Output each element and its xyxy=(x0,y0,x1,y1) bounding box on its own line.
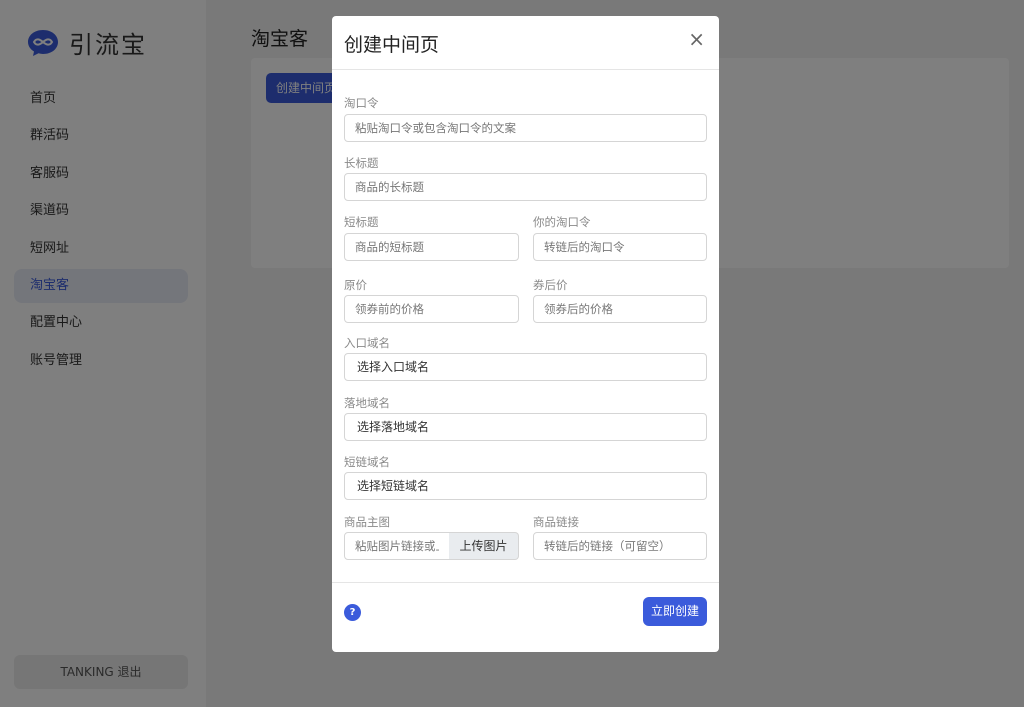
short-domain-select[interactable]: 选择短链域名 xyxy=(344,472,707,500)
short-title-input[interactable] xyxy=(344,233,519,261)
coupon-price-label: 券后价 xyxy=(533,278,568,292)
long-title-input[interactable] xyxy=(344,173,707,201)
upload-image-button[interactable]: 上传图片 xyxy=(449,532,519,560)
long-title-label: 长标题 xyxy=(344,156,379,170)
create-now-button[interactable]: 立即创建 xyxy=(643,597,707,626)
help-icon[interactable]: ? xyxy=(344,604,361,621)
landing-domain-label: 落地域名 xyxy=(344,396,390,410)
original-price-label: 原价 xyxy=(344,278,367,292)
create-page-modal: 创建中间页 × 淘口令 长标题 短标题 你的淘口令 原价 券后价 入口域名 选择… xyxy=(332,16,719,652)
main-image-label: 商品主图 xyxy=(344,515,390,529)
taokouling-label: 淘口令 xyxy=(344,96,379,110)
your-taokouling-label: 你的淘口令 xyxy=(533,215,591,229)
product-link-input[interactable] xyxy=(533,532,707,560)
your-taokouling-input[interactable] xyxy=(533,233,707,261)
taokouling-input[interactable] xyxy=(344,114,707,142)
product-link-label: 商品链接 xyxy=(533,515,579,529)
modal-footer-divider xyxy=(332,582,719,583)
original-price-input[interactable] xyxy=(344,295,519,323)
modal-title: 创建中间页 xyxy=(344,34,440,56)
main-image-input[interactable] xyxy=(344,532,450,560)
landing-domain-select[interactable]: 选择落地域名 xyxy=(344,413,707,441)
entry-domain-label: 入口域名 xyxy=(344,336,390,350)
coupon-price-input[interactable] xyxy=(533,295,707,323)
modal-header: 创建中间页 × xyxy=(332,16,719,70)
short-domain-label: 短链域名 xyxy=(344,455,390,469)
entry-domain-select[interactable]: 选择入口域名 xyxy=(344,353,707,381)
short-title-label: 短标题 xyxy=(344,215,379,229)
close-icon[interactable]: × xyxy=(688,28,705,50)
